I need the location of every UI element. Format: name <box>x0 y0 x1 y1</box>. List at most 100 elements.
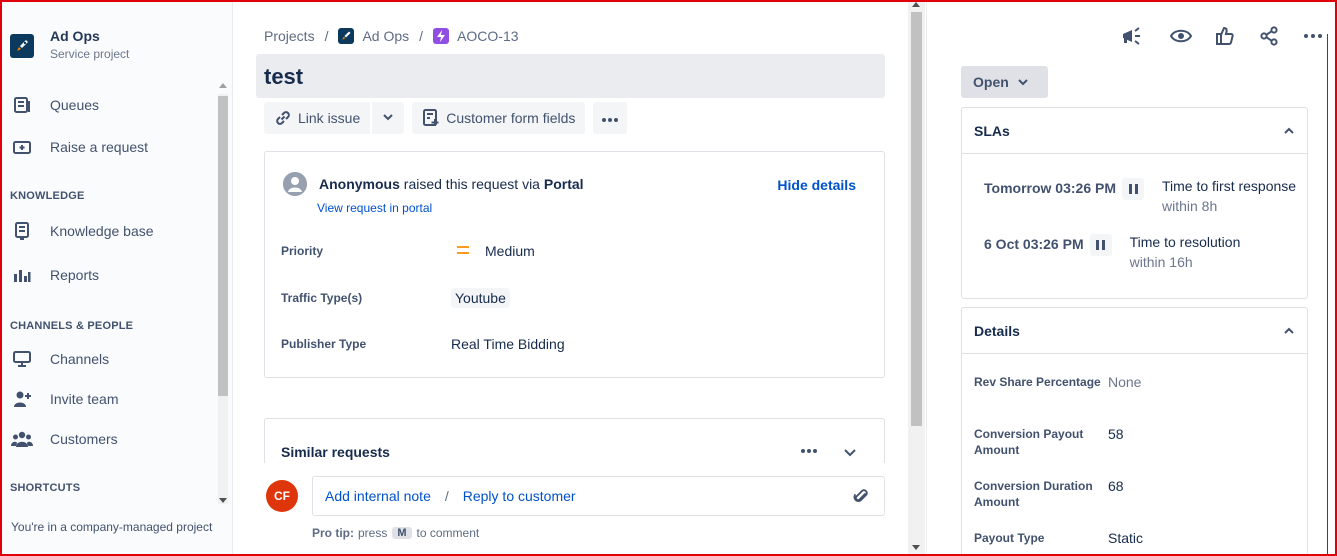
field-priority: Priority Medium <box>281 240 861 261</box>
rocket-icon <box>10 34 34 58</box>
anonymous-avatar-icon <box>283 172 307 196</box>
pause-icon[interactable] <box>1122 178 1144 200</box>
add-internal-note-link[interactable]: Add internal note <box>325 488 431 504</box>
issue-main-column: Projects / Ad Ops / AOCO-13 test Link is… <box>234 2 925 554</box>
field-label: Traffic Type(s) <box>281 291 363 305</box>
section-heading-knowledge: KNOWLEDGE <box>10 190 85 202</box>
thumbs-up-icon[interactable] <box>1213 24 1237 48</box>
priority-value[interactable]: Medium <box>451 240 535 261</box>
scroll-up-arrow-icon[interactable] <box>219 82 227 88</box>
customer-form-fields-button[interactable]: Customer form fields <box>412 102 586 134</box>
invite-person-icon <box>10 387 34 411</box>
link-issue-button[interactable]: Link issue <box>264 102 371 134</box>
details-value[interactable]: 68 <box>1108 478 1124 510</box>
chevron-up-icon[interactable] <box>1283 123 1295 139</box>
pause-icon[interactable] <box>1089 234 1112 256</box>
view-request-in-portal-link[interactable]: View request in portal <box>317 201 432 215</box>
details-value[interactable]: None <box>1108 374 1141 390</box>
more-horizontal-icon <box>601 110 619 126</box>
details-value[interactable]: 58 <box>1108 426 1124 458</box>
sidebar-item-channels[interactable]: Channels <box>10 347 109 371</box>
share-icon[interactable] <box>1257 24 1281 48</box>
breadcrumb-issue-key[interactable]: AOCO-13 <box>457 28 518 44</box>
sidebar-item-label: Invite team <box>50 391 119 407</box>
customers-icon <box>10 427 34 451</box>
field-label: Publisher Type <box>281 337 367 351</box>
publisher-type-value[interactable]: Real Time Bidding <box>451 336 565 352</box>
more-horizontal-icon[interactable] <box>800 441 818 457</box>
paperclip-icon[interactable] <box>852 487 870 508</box>
scroll-up-arrow-icon[interactable] <box>912 2 920 7</box>
knowledge-base-icon <box>10 219 34 243</box>
project-name: Ad Ops <box>50 28 100 44</box>
link-issue-dropdown-button[interactable] <box>372 102 405 134</box>
breadcrumb: Projects / Ad Ops / AOCO-13 <box>264 28 519 44</box>
status-dropdown[interactable]: Open <box>961 66 1048 98</box>
slas-title: SLAs <box>974 122 1010 139</box>
scrollbar-thumb[interactable] <box>911 12 922 426</box>
form-fields-icon <box>422 109 440 127</box>
chevron-up-icon[interactable] <box>1283 323 1295 339</box>
details-label: Conversion Payout Amount <box>974 427 1084 457</box>
sidebar-item-label: Customers <box>50 431 118 447</box>
traffic-type-value[interactable]: Youtube <box>451 288 510 308</box>
details-label: Rev Share Percentage <box>974 375 1101 389</box>
details-panel-header[interactable]: Details <box>962 308 1307 354</box>
details-value[interactable]: Static <box>1108 530 1143 546</box>
watch-eye-icon[interactable] <box>1169 24 1193 48</box>
issue-actions-toolbar: Link issue Customer form fields <box>264 102 628 134</box>
chevron-down-icon[interactable] <box>844 445 856 461</box>
issue-summary[interactable]: test <box>256 54 885 98</box>
sidebar-item-raise-request[interactable]: Raise a request <box>10 135 148 159</box>
project-type: Service project <box>50 47 130 61</box>
hide-details-button[interactable]: Hide details <box>777 177 856 193</box>
chevron-down-icon <box>1017 77 1029 87</box>
right-panel-scroll-edge <box>1327 34 1335 554</box>
pro-tip: Pro tip: press M to comment <box>312 526 479 540</box>
comment-separator: / <box>444 488 449 504</box>
sidebar-item-label: Raise a request <box>50 139 149 155</box>
issue-context-panel: Open SLAs Tomorrow 03:26 PM Time to firs… <box>926 2 1335 556</box>
sidebar-scrollbar[interactable] <box>216 80 230 510</box>
add-request-icon <box>10 135 34 159</box>
more-actions-button[interactable] <box>593 102 628 134</box>
user-avatar[interactable]: CF <box>266 480 298 512</box>
sidebar-item-invite-team[interactable]: Invite team <box>10 387 118 411</box>
sidebar-item-reports[interactable]: Reports <box>10 263 99 287</box>
reports-icon <box>10 263 34 287</box>
breadcrumb-projects[interactable]: Projects <box>264 28 315 44</box>
priority-text: Medium <box>485 242 535 259</box>
main-scrollbar[interactable] <box>908 2 925 554</box>
request-details-card: Anonymous raised this request via Portal… <box>264 151 885 378</box>
raised-text: raised this request via <box>403 176 540 192</box>
comment-editor[interactable]: Add internal note / Reply to customer <box>312 476 885 516</box>
sidebar-item-label: Queues <box>50 97 100 113</box>
sla-item: 6 Oct 03:26 PM Time to resolution within… <box>984 234 1240 270</box>
project-type-footer[interactable]: You're in a company-managed project <box>11 520 212 534</box>
scroll-down-arrow-icon[interactable] <box>219 498 227 504</box>
sidebar-item-knowledge-base[interactable]: Knowledge base <box>10 219 154 243</box>
pro-tip-press: press <box>358 526 388 540</box>
sla-goal: Time to first response within 8h <box>1162 178 1296 214</box>
sidebar-item-queues[interactable]: Queues <box>10 93 99 117</box>
request-channel: Portal <box>543 176 584 192</box>
sla-time: 6 Oct 03:26 PM <box>984 236 1084 252</box>
slas-panel-header[interactable]: SLAs <box>962 108 1307 154</box>
sidebar-item-label: Channels <box>50 351 110 367</box>
slas-panel: SLAs Tomorrow 03:26 PM Time to first res… <box>961 107 1308 299</box>
sidebar-item-customers[interactable]: Customers <box>10 427 118 451</box>
megaphone-icon[interactable] <box>1119 24 1143 48</box>
details-row: Rev Share Percentage None <box>974 374 1141 390</box>
details-row: Conversion Payout Amount 58 <box>974 426 1124 458</box>
sla-goal: Time to resolution within 16h <box>1130 234 1241 270</box>
project-header[interactable]: Ad Ops Service project <box>10 28 129 61</box>
sla-goal-within: within 8h <box>1162 198 1218 214</box>
reporter-name[interactable]: Anonymous <box>319 176 400 192</box>
breadcrumb-project[interactable]: Ad Ops <box>362 28 409 44</box>
reporter-text: Anonymous raised this request via Portal <box>319 176 584 192</box>
sla-goal-within: within 16h <box>1129 254 1193 270</box>
more-horizontal-icon[interactable] <box>1301 24 1325 48</box>
scroll-down-arrow-icon[interactable] <box>912 545 920 550</box>
reply-to-customer-link[interactable]: Reply to customer <box>463 488 576 504</box>
scrollbar-thumb[interactable] <box>218 96 228 396</box>
